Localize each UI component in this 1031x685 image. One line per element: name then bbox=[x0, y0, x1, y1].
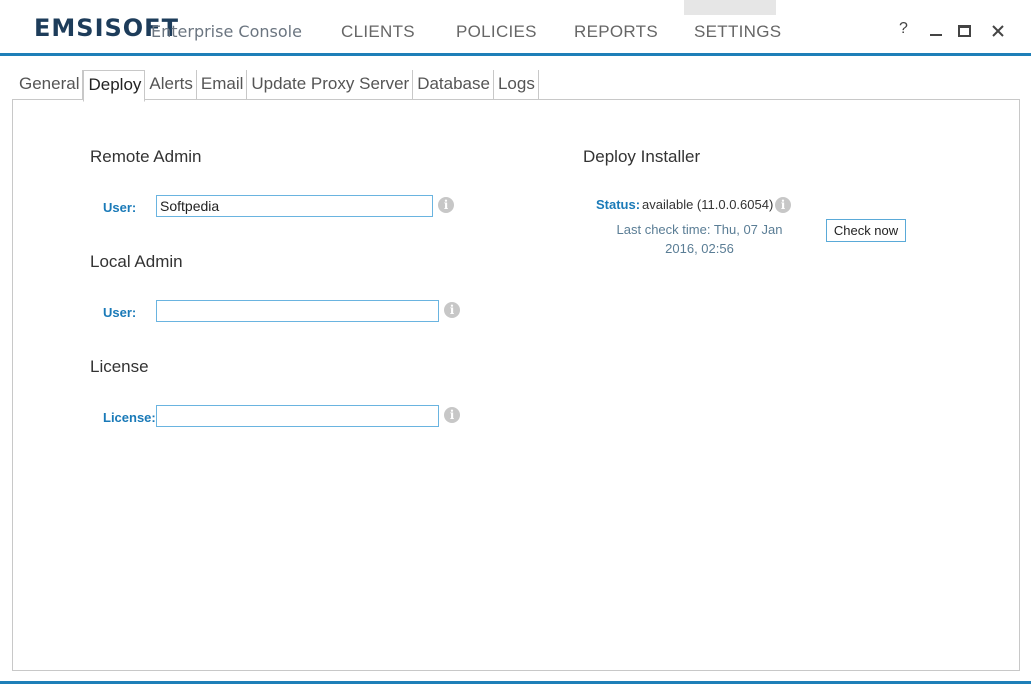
local-admin-info-icon[interactable]: i bbox=[444, 302, 460, 318]
nav-settings[interactable]: SETTINGS bbox=[694, 22, 781, 42]
tab-alerts[interactable]: Alerts bbox=[145, 70, 197, 100]
license-info-icon[interactable]: i bbox=[444, 407, 460, 423]
product-name: Enterprise Console bbox=[151, 22, 302, 41]
last-check-time-line1: Last check time: Thu, 07 Jan bbox=[616, 222, 783, 237]
local-admin-title: Local Admin bbox=[90, 252, 183, 271]
header-divider bbox=[0, 53, 1031, 56]
title-bar: EMSISOFT Enterprise Console CLIENTS POLI… bbox=[0, 0, 1031, 55]
nav-clients[interactable]: CLIENTS bbox=[341, 22, 415, 42]
license-input[interactable] bbox=[156, 405, 439, 427]
tab-email[interactable]: Email bbox=[197, 70, 248, 100]
tab-logs[interactable]: Logs bbox=[494, 70, 539, 100]
footer-divider bbox=[0, 681, 1031, 684]
check-now-button[interactable]: Check now bbox=[826, 219, 906, 242]
tab-general[interactable]: General bbox=[15, 70, 84, 100]
last-check-time: Last check time: Thu, 07 Jan 2016, 02:56 bbox=[612, 220, 787, 258]
nav-policies[interactable]: POLICIES bbox=[456, 22, 537, 42]
remote-admin-user-label: User: bbox=[103, 200, 137, 215]
deploy-installer-title: Deploy Installer bbox=[583, 147, 701, 166]
remote-admin-info-icon[interactable]: i bbox=[438, 197, 454, 213]
tab-update-proxy-server[interactable]: Update Proxy Server bbox=[247, 70, 414, 100]
license-title: License bbox=[90, 357, 149, 376]
minimize-icon[interactable] bbox=[930, 17, 943, 42]
settings-tabs: General Deploy Alerts Email Update Proxy… bbox=[15, 70, 539, 102]
nav-active-indicator bbox=[684, 0, 776, 15]
last-check-time-line2: 2016, 02:56 bbox=[665, 241, 734, 256]
help-icon[interactable]: ? bbox=[899, 20, 908, 38]
remote-admin-user-input[interactable] bbox=[156, 195, 433, 217]
deploy-settings-panel bbox=[12, 99, 1020, 671]
installer-status-value: available (11.0.0.6054) bbox=[642, 197, 774, 212]
installer-status-label: Status: bbox=[596, 197, 641, 212]
maximize-icon[interactable] bbox=[958, 24, 971, 42]
tab-database[interactable]: Database bbox=[413, 70, 494, 100]
license-label: License: bbox=[103, 410, 156, 425]
tab-deploy[interactable]: Deploy bbox=[83, 70, 146, 102]
installer-status-info-icon[interactable]: i bbox=[775, 197, 791, 213]
local-admin-user-input[interactable] bbox=[156, 300, 439, 322]
close-icon[interactable] bbox=[992, 24, 1004, 42]
local-admin-user-label: User: bbox=[103, 305, 137, 320]
nav-reports[interactable]: REPORTS bbox=[574, 22, 658, 42]
remote-admin-title: Remote Admin bbox=[90, 147, 202, 166]
